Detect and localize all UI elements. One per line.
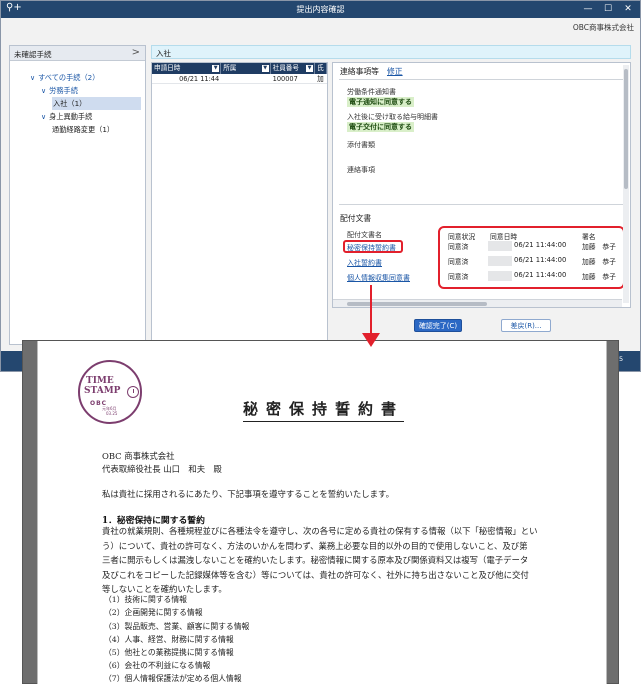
filter-dropdown-icon[interactable]: ▼	[306, 65, 314, 72]
procedure-type-label: 入社	[156, 49, 171, 58]
chevron-down-icon[interactable]: ∨	[41, 87, 46, 95]
divider	[339, 204, 625, 205]
close-icon[interactable]: ✕	[621, 2, 635, 16]
time-stamp-seal: TIME STAMP OBC 元年6月 03.25	[78, 360, 142, 424]
list-item: （5）他社との業務提携に関する情報	[104, 648, 234, 657]
filter-dropdown-icon[interactable]: ▼	[261, 65, 269, 72]
list-item: （4）人事、経営、財務に関する情報	[104, 635, 234, 644]
paragraph-line: 及びこれをコピーした記録媒体等を含む）等については、貴社の許可なく、社外に持ち出…	[102, 569, 529, 580]
tree-item-label: 身上異動手続	[49, 112, 93, 121]
distributed-docs-title: 配付文書	[340, 214, 372, 223]
title-bar: ⚲+ 提出内容確認 — ☐ ✕	[1, 1, 640, 18]
field-label-payslip: 入社後に受け取る給与明細書	[347, 113, 438, 121]
tree-item-personal-change[interactable]: ∨ 身上異動手続	[41, 110, 145, 123]
status-badge-e-delivery: 電子交付に同意する	[347, 122, 414, 132]
paragraph-line: 三者に開示もしくは漏洩しないことを確約いたします。秘密情報に関する原本及び関係資…	[102, 555, 529, 566]
paragraph-line: う）について、貴社の許可なく、方法のいかんを問わず、業務上必要な目的以外の目的で…	[102, 540, 528, 551]
detail-vertical-scrollbar[interactable]	[623, 65, 629, 303]
grid-header: 申請日時 ▼ 所属 ▼ 社員番号 ▼ 氏	[152, 63, 327, 74]
agreement-header: 同意状況 同意日時 署名	[448, 233, 596, 241]
collapse-panel-icon[interactable]: >	[132, 47, 140, 58]
doc-link-privacy-consent[interactable]: 個人情報収集同意書	[347, 273, 410, 283]
tree-item-label: 入社（1）	[53, 99, 87, 108]
column-header-employee-id[interactable]: 社員番号 ▼	[271, 63, 316, 74]
tree-item-joining[interactable]: 入社（1）	[52, 97, 141, 110]
detail-horizontal-scrollbar[interactable]	[333, 299, 622, 307]
addressee-company: OBC 商事株式会社	[102, 451, 175, 461]
list-item: （2）企画開発に関する情報	[104, 608, 203, 617]
document-title: 秘密保持誓約書	[243, 398, 405, 422]
filter-dropdown-icon[interactable]: ▼	[212, 65, 220, 72]
column-header-name[interactable]: 氏	[315, 63, 327, 74]
maximize-icon[interactable]: ☐	[601, 2, 615, 16]
list-item: （3）製品販売、営業、顧客に関する情報	[104, 622, 250, 631]
window-title: 提出内容確認	[296, 5, 345, 14]
document-preview: TIME STAMP OBC 元年6月 03.25 秘密保持誓約書 OBC 商事…	[22, 340, 619, 684]
agreement-status-box: 同意状況 同意日時 署名 同意済 06/21 11:44:00 加藤 恭子 同意…	[438, 226, 625, 289]
intro-text: 私は貴社に採用されるにあたり、下記事項を遵守することを誓約いたします。	[102, 489, 394, 499]
field-label-contact-notes: 連絡事項	[347, 166, 375, 174]
doc-link-joining-pledge[interactable]: 入社誓約書	[347, 258, 382, 268]
paragraph-line: 貴社の就業規則、各種規程並びに各種法令を遵守し、次の各号に定める貴社の保有する情…	[102, 526, 538, 536]
cell-employee-id: 100007	[272, 75, 298, 83]
procedure-tree: ∨ すべての手続（2） ∨ 労務手続 入社（1） ∨ 身上異動手続 通勤経路変更（1）	[10, 61, 145, 136]
agreement-row: 同意済 06/21 11:44:00 加藤 恭子	[448, 256, 616, 266]
chevron-down-icon[interactable]: ∨	[41, 113, 46, 121]
callout-arrow-line	[370, 285, 372, 335]
list-item: （1）技術に関する情報	[104, 595, 187, 604]
agreement-row: 同意済 06/21 11:44:00 加藤 恭子	[448, 271, 616, 281]
tree-item-labor[interactable]: ∨ 労務手続	[41, 84, 145, 97]
tree-item-all[interactable]: ∨ すべての手続（2）	[30, 71, 145, 84]
procedure-type-ribbon: 入社	[151, 45, 631, 59]
agreement-row: 同意済 06/21 11:44:00 加藤 恭子	[448, 241, 616, 251]
cell-dept	[221, 74, 270, 83]
contact-section-title: 連絡事項等 修正	[340, 67, 403, 76]
table-row[interactable]: 06/21 11:44 100007 加	[152, 74, 327, 84]
tree-item-label: すべての手続（2）	[38, 73, 100, 82]
screenshot-root: ⚲+ 提出内容確認 — ☐ ✕ OBC商事株式会社 未確認手続 > ∨ すべての手…	[0, 0, 641, 684]
cell-date: 06/21 11:44	[179, 75, 220, 83]
field-label-work-conditions: 労働条件通知書	[347, 88, 396, 96]
pledge-paragraph: 貴社の就業規則、各種規程並びに各種法令を遵守し、次の各号に定める貴社の保有する情…	[102, 524, 572, 597]
highlight-box	[343, 240, 403, 253]
chevron-down-icon[interactable]: ∨	[30, 74, 35, 82]
docs-column-header: 配付文書名	[347, 231, 382, 239]
pending-procedures-header: 未確認手続 >	[10, 46, 145, 61]
tree-item-label: 労務手続	[49, 86, 78, 95]
tree-item-commute-change[interactable]: 通勤経路変更（1）	[52, 123, 145, 136]
edit-link[interactable]: 修正	[387, 67, 403, 76]
clock-icon	[127, 386, 139, 398]
applicant-grid: 申請日時 ▼ 所属 ▼ 社員番号 ▼ 氏 06/21 11:44 100007 加	[151, 62, 328, 345]
addressee-person: 代表取締役社長 山口 和夫 殿	[102, 464, 222, 474]
return-button[interactable]: 差戻(R)...	[501, 319, 551, 332]
stamp-line1: TIME	[86, 376, 114, 386]
column-header-date[interactable]: 申請日時 ▼	[152, 63, 222, 74]
field-label-attachments: 添付書類	[347, 141, 375, 149]
status-badge-e-notice: 電子通知に同意する	[347, 97, 414, 107]
minimize-icon[interactable]: —	[581, 2, 595, 16]
stamp-date-2: 03.25	[106, 411, 118, 416]
company-name: OBC商事株式会社	[572, 23, 634, 32]
divider	[339, 79, 625, 80]
pending-procedures-title: 未確認手続	[14, 50, 52, 59]
confirm-complete-button[interactable]: 確認完了(C)	[414, 319, 462, 332]
list-item: （6）会社の不利益になる情報	[104, 661, 211, 670]
submission-detail-panel: 連絡事項等 修正 労働条件通知書 電子通知に同意する 入社後に受け取る給与明細書 …	[332, 62, 631, 308]
document-page: TIME STAMP OBC 元年6月 03.25 秘密保持誓約書 OBC 商事…	[37, 341, 607, 684]
tree-item-label: 通勤経路変更（1）	[52, 125, 115, 134]
list-item: （7）個人情報保護法が定める個人情報	[104, 674, 242, 683]
pending-procedures-panel: 未確認手続 > ∨ すべての手続（2） ∨ 労務手続 入社（1） ∨ 身上異動手続 通…	[9, 45, 146, 345]
submission-confirm-window: ⚲+ 提出内容確認 — ☐ ✕ OBC商事株式会社 未確認手続 > ∨ すべての手…	[0, 0, 641, 372]
cell-name: 加	[317, 75, 324, 83]
status-count: 5	[619, 355, 624, 363]
column-header-dept[interactable]: 所属 ▼	[221, 63, 271, 74]
callout-arrow-head	[362, 333, 380, 347]
